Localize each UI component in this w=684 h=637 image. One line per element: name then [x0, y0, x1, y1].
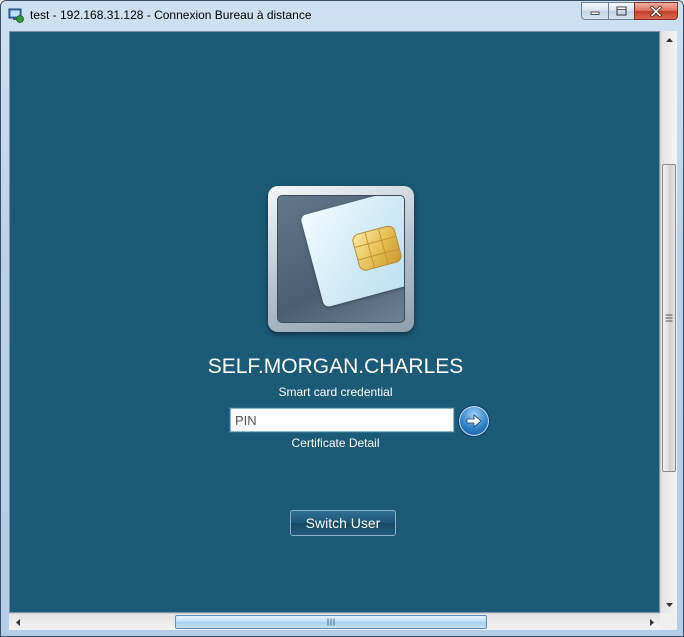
scroll-down-button[interactable]: [661, 596, 678, 613]
credential-tile-frame: [277, 195, 405, 323]
scroll-right-button[interactable]: [643, 614, 660, 631]
arrow-right-small-icon: [649, 619, 654, 626]
scroll-left-button[interactable]: [9, 614, 26, 631]
pin-input[interactable]: [229, 407, 455, 433]
minimize-icon: [590, 11, 600, 15]
maximize-icon: [616, 6, 627, 16]
arrow-down-icon: [666, 602, 673, 607]
smart-card-icon: [300, 196, 404, 308]
remote-session-area: SELF.MORGAN.CHARLES Smart card credentia…: [9, 31, 660, 613]
credential-type-label: Smart card credential: [278, 385, 393, 399]
title-bar[interactable]: test - 192.168.31.128 - Connexion Bureau…: [1, 1, 683, 30]
card-chip: [350, 224, 404, 273]
scrollbar-corner: [660, 613, 677, 630]
certificate-detail-link[interactable]: Certificate Detail: [10, 436, 659, 450]
grip-icon: [665, 314, 673, 322]
close-icon: [650, 5, 662, 17]
minimize-button[interactable]: [581, 2, 608, 20]
arrow-left-icon: [15, 619, 20, 626]
switch-user-button[interactable]: Switch User: [290, 510, 396, 536]
horizontal-scrollbar[interactable]: [9, 613, 660, 630]
submit-button[interactable]: [458, 405, 490, 437]
credential-tile[interactable]: [268, 186, 414, 332]
remote-desktop-icon: [8, 8, 24, 23]
vertical-scrollbar[interactable]: [660, 31, 677, 613]
arrow-up-icon: [666, 37, 673, 42]
close-button[interactable]: [634, 2, 678, 20]
scroll-up-button[interactable]: [661, 31, 678, 48]
vertical-scroll-thumb[interactable]: [662, 164, 676, 472]
remote-desktop-window: test - 192.168.31.128 - Connexion Bureau…: [0, 0, 684, 637]
grip-icon: [327, 618, 335, 626]
horizontal-scroll-thumb[interactable]: [175, 615, 487, 629]
maximize-button[interactable]: [608, 2, 634, 20]
window-title: test - 192.168.31.128 - Connexion Bureau…: [30, 8, 312, 22]
caption-buttons: [581, 2, 678, 21]
arrow-right-icon: [466, 414, 482, 428]
user-name: SELF.MORGAN.CHARLES: [207, 355, 464, 378]
